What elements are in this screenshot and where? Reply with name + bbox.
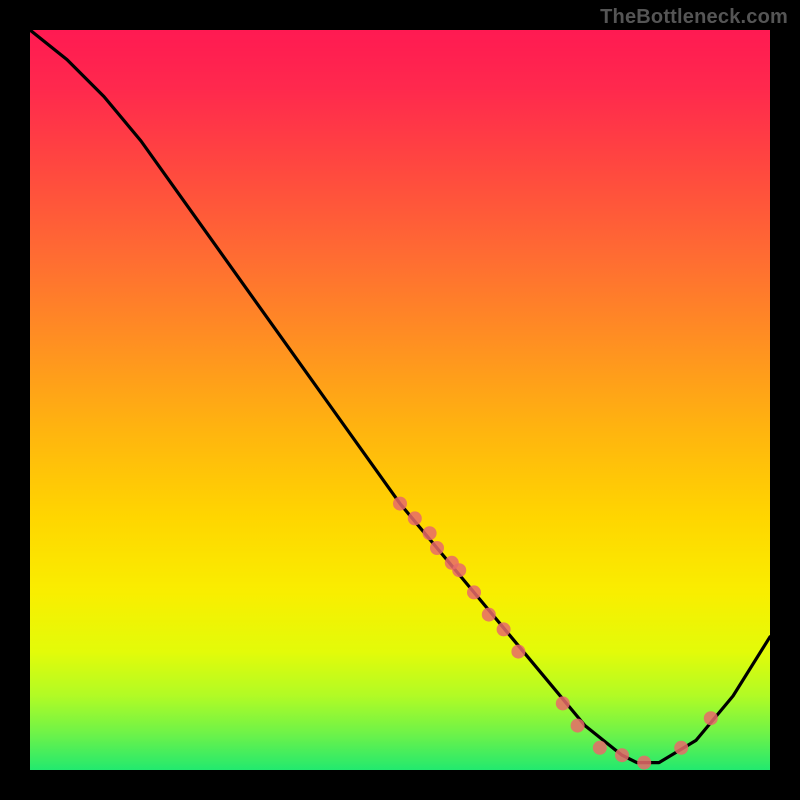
chart-svg	[30, 30, 770, 770]
marker-dot	[408, 511, 422, 525]
marker-dot	[393, 497, 407, 511]
chart-frame: TheBottleneck.com	[0, 0, 800, 800]
marker-dot	[497, 622, 511, 636]
marker-dot	[482, 608, 496, 622]
highlight-markers	[393, 497, 718, 770]
marker-dot	[637, 756, 651, 770]
marker-dot	[615, 748, 629, 762]
marker-dot	[556, 696, 570, 710]
plot-area	[30, 30, 770, 770]
marker-dot	[674, 741, 688, 755]
watermark-text: TheBottleneck.com	[600, 6, 788, 29]
marker-dot	[571, 719, 585, 733]
marker-dot	[467, 585, 481, 599]
marker-dot	[511, 645, 525, 659]
marker-dot	[593, 741, 607, 755]
marker-dot	[704, 711, 718, 725]
marker-dot	[423, 526, 437, 540]
marker-dot	[430, 541, 444, 555]
marker-dot	[452, 563, 466, 577]
bottleneck-curve	[30, 30, 770, 763]
